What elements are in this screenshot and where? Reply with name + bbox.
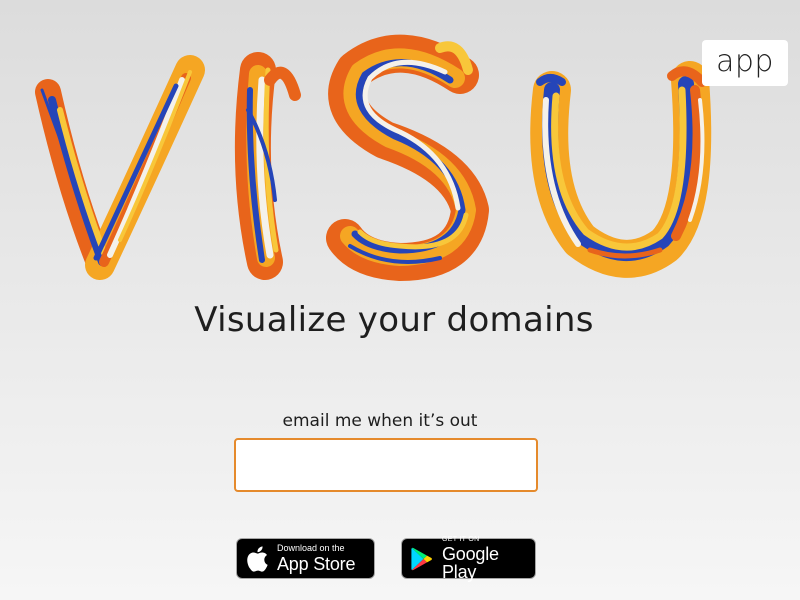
logo-letter-s (326, 34, 489, 281)
google-play-button[interactable]: GET IT ON Google Play (401, 536, 536, 582)
logo-letter-v (35, 55, 205, 280)
app-store-button[interactable]: Download on the App Store (236, 538, 375, 579)
email-input[interactable] (234, 438, 538, 492)
app-store-big-label: App Store (277, 554, 356, 574)
email-label: email me when it’s out (282, 411, 478, 431)
google-play-small-label: GET IT ON (442, 536, 480, 543)
tagline: Visualize your domains (194, 300, 594, 340)
logo-letter-i (234, 52, 301, 280)
google-play-icon (402, 539, 442, 579)
visu-logo (35, 34, 712, 281)
apple-icon (237, 539, 277, 579)
app-store-small-label: Download on the (277, 543, 345, 553)
logo-letter-u (530, 61, 712, 278)
app-badge: app (702, 40, 788, 86)
google-play-big-label: Google Play (442, 544, 499, 582)
